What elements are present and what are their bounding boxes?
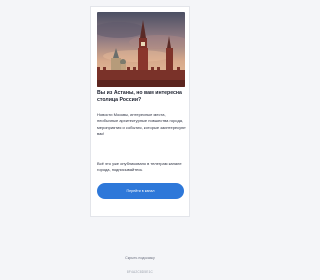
- card-title: Вы из Астаны, но вам интересна столица Р…: [97, 90, 182, 103]
- hero-image: [97, 12, 185, 87]
- page: Вы из Астаны, но вам интересна столица Р…: [0, 0, 280, 280]
- kremlin-illustration: [97, 12, 185, 87]
- card-note: Всё это уже опубликовано в телеграм кана…: [97, 161, 182, 173]
- promo-card: Вы из Астаны, но вам интересна столица Р…: [90, 6, 190, 217]
- go-to-channel-button[interactable]: Перейти в канал: [97, 183, 184, 199]
- footer-id: 8F4A2C8D5E1C: [126, 270, 154, 274]
- hide-hint-link[interactable]: Скрыть подсказку: [0, 256, 280, 260]
- card-description: Новости Москвы, интересные места, необыч…: [97, 112, 186, 136]
